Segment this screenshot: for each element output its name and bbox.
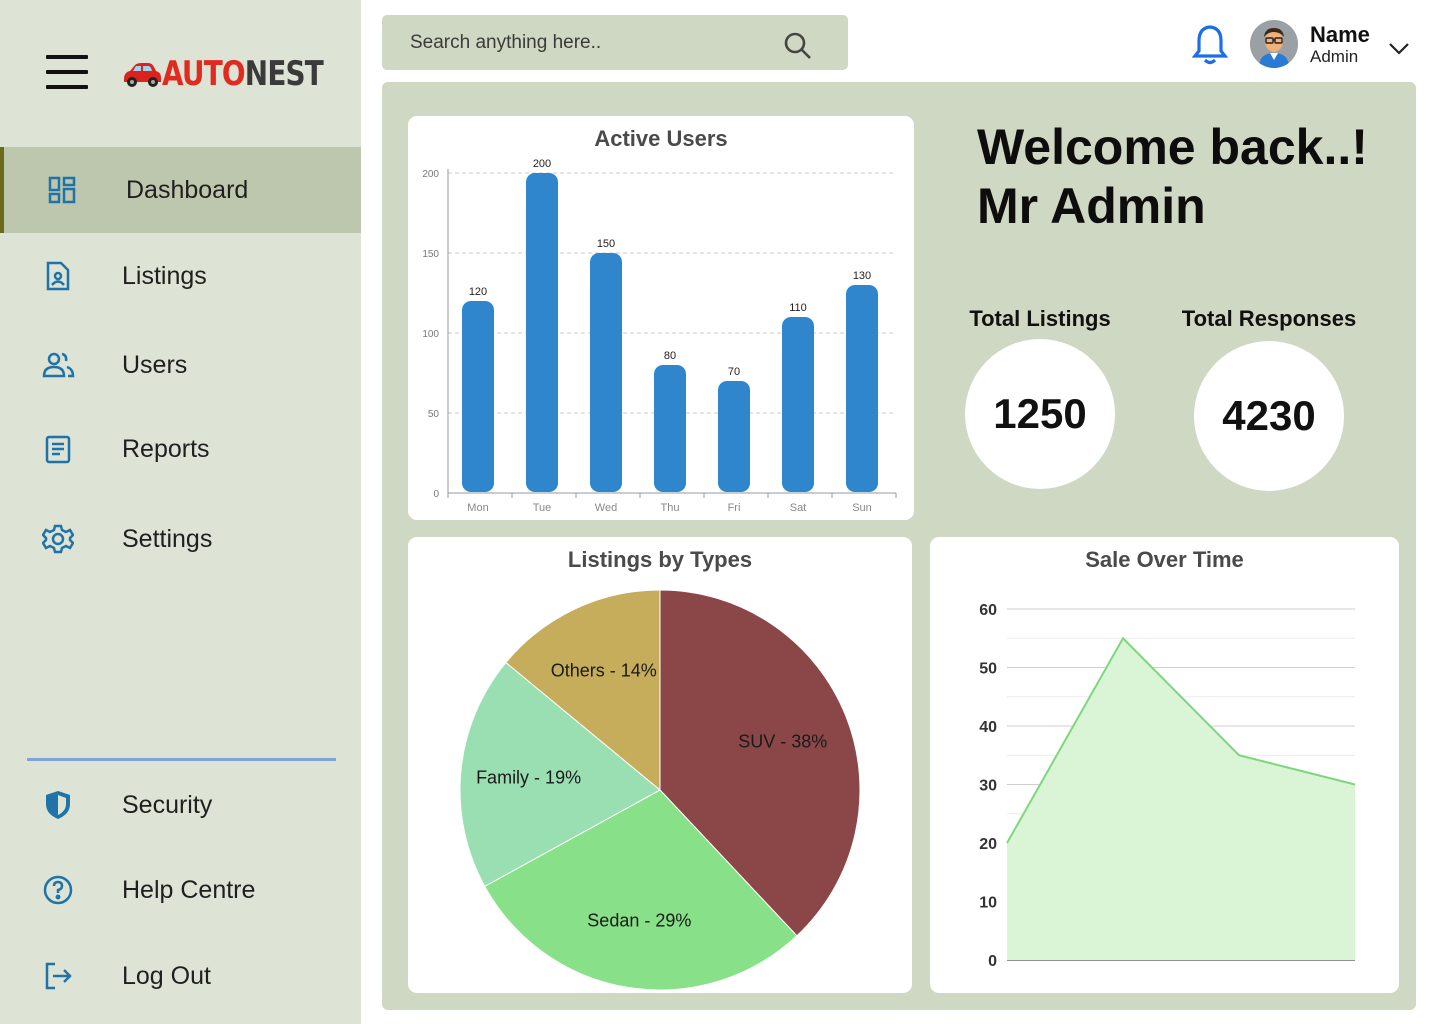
bar-sat [782, 317, 814, 492]
y-tick-label: 10 [979, 895, 997, 912]
sale-over-time-card: Sale Over Time 0 10 20 30 40 50 60 [930, 537, 1399, 993]
sidebar-item-reports[interactable]: Reports [0, 406, 361, 492]
user-role: Admin [1310, 47, 1359, 66]
listing-doc-icon [40, 258, 76, 294]
sidebar-item-security[interactable]: Security [0, 762, 361, 848]
pie-slice-label: Family - 19% [476, 768, 581, 788]
sidebar-divider [27, 758, 336, 761]
brand-suffix: NEST [244, 54, 324, 94]
active-users-card: Active Users 0 50 100 150 200 120 Mon 200 Tue 150… [408, 116, 914, 520]
y-tick-label: 100 [422, 329, 439, 340]
car-icon [124, 63, 161, 87]
bar-thu [654, 365, 686, 492]
chevron-down-icon[interactable] [1388, 40, 1410, 56]
listings-by-types-chart: SUV - 38% Sedan - 29% Family - 19% Others -… [459, 589, 861, 991]
sidebar-item-label: Settings [122, 524, 213, 553]
y-tick-label: 30 [979, 778, 997, 795]
y-tick-label: 50 [979, 661, 997, 678]
pie-slice-label: Others - 14% [551, 661, 657, 681]
bar-sun [846, 285, 878, 492]
brand-logo[interactable]: AUTONEST [120, 52, 358, 96]
avatar[interactable] [1250, 20, 1298, 68]
search-icon[interactable] [783, 31, 813, 61]
active-users-chart: 0 50 100 150 200 120 Mon 200 Tue 150 Wed 80 Thu 70 Fri… [422, 158, 897, 514]
total-listings-label: Total Listings [969, 306, 1111, 331]
total-responses-value: 4230 [1194, 341, 1344, 491]
sidebar: AUTONEST Dashboard Listings Users Report… [0, 0, 361, 1024]
pie-slice-label: Sedan - 29% [587, 910, 691, 930]
sidebar-item-settings[interactable]: Settings [0, 496, 361, 582]
sidebar-item-label: Reports [122, 434, 210, 463]
search-input[interactable] [410, 15, 770, 70]
sidebar-item-label: Help Centre [122, 875, 256, 904]
sidebar-item-listings[interactable]: Listings [0, 233, 361, 319]
x-tick-label: Mon [467, 502, 488, 514]
x-tick-label: Tue [533, 502, 552, 514]
x-tick-label: Wed [595, 502, 617, 514]
welcome-line-2: Mr Admin [977, 178, 1206, 234]
welcome-heading: Welcome back..! Mr Admin [977, 118, 1368, 236]
bar-value-label: 150 [597, 238, 615, 250]
brand-prefix: AUTO [162, 54, 246, 94]
welcome-line-1: Welcome back..! [977, 119, 1368, 175]
bar-value-label: 130 [853, 270, 871, 282]
y-tick-label: 200 [422, 169, 439, 180]
y-tick-label: 50 [428, 409, 440, 420]
pie-slice-label: SUV - 38% [738, 731, 827, 751]
y-tick-label: 0 [988, 953, 997, 970]
y-tick-label: 0 [433, 489, 439, 500]
x-tick-label: Sat [790, 502, 807, 514]
help-icon [40, 872, 76, 908]
dashboard-icon [44, 172, 80, 208]
sidebar-item-dashboard[interactable]: Dashboard [0, 147, 361, 233]
bar-value-label: 70 [728, 366, 740, 378]
sidebar-item-log-out[interactable]: Log Out [0, 933, 361, 1019]
x-tick-label: Thu [661, 502, 680, 514]
sidebar-item-users[interactable]: Users [0, 322, 361, 408]
sidebar-item-label: Users [122, 350, 188, 379]
bar-wed [590, 253, 622, 492]
y-tick-label: 150 [422, 249, 439, 260]
area-fill [1007, 638, 1355, 960]
total-listings-value: 1250 [965, 339, 1115, 489]
bar-value-label: 200 [533, 158, 551, 170]
total-responses-label: Total Responses [1181, 306, 1357, 331]
y-tick-label: 60 [979, 602, 997, 619]
search-bar [382, 15, 848, 70]
sale-over-time-chart: 0 10 20 30 40 50 60 [979, 602, 1356, 970]
y-tick-label: 40 [979, 719, 997, 736]
logout-icon [40, 958, 76, 994]
bar-tue [526, 173, 558, 492]
listings-by-types-card: Listings by Types SUV - 38% Sedan - 29% Fa… [408, 537, 912, 993]
gear-icon [40, 521, 76, 557]
sidebar-item-label: Log Out [122, 961, 211, 990]
x-tick-label: Sun [852, 502, 872, 514]
bar-value-label: 120 [469, 286, 487, 298]
bar-value-label: 110 [789, 302, 807, 314]
report-icon [40, 431, 76, 467]
sidebar-item-label: Listings [122, 261, 207, 290]
shield-icon [40, 787, 76, 823]
sidebar-item-help-centre[interactable]: Help Centre [0, 847, 361, 933]
bar-fri [718, 381, 750, 492]
notification-bell-icon[interactable] [1190, 22, 1230, 66]
users-icon [40, 347, 76, 383]
bar-value-label: 80 [664, 350, 676, 362]
bar-mon [462, 301, 494, 492]
sidebar-item-label: Dashboard [126, 175, 249, 204]
user-name: Name [1310, 22, 1370, 47]
hamburger-menu-icon[interactable] [44, 55, 90, 89]
x-tick-label: Fri [728, 502, 741, 514]
sidebar-item-label: Security [122, 790, 213, 819]
y-tick-label: 20 [979, 836, 997, 853]
